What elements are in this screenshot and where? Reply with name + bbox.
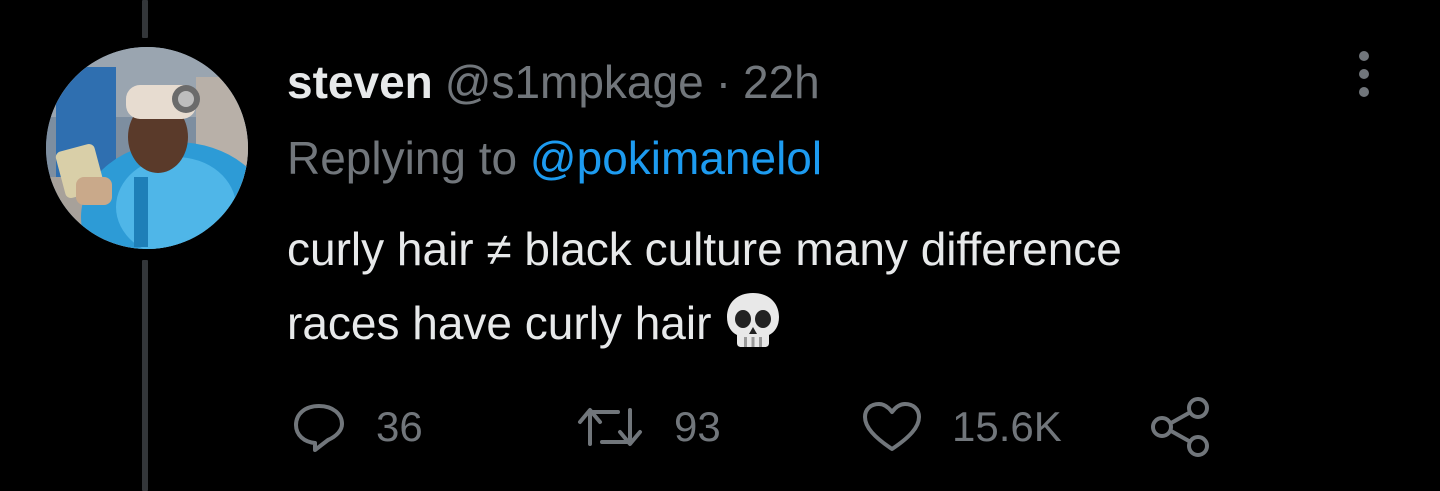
tweet-text-line-2-container: races have curly hair xyxy=(287,286,1367,370)
separator-dot: · xyxy=(715,56,732,108)
tweet-text-line-2: races have curly hair xyxy=(287,297,712,349)
retweet-button[interactable]: 93 xyxy=(576,392,721,462)
share-icon xyxy=(1151,397,1209,457)
like-count: 15.6K xyxy=(952,403,1062,450)
avatar[interactable] xyxy=(46,47,248,249)
action-bar: 36 93 15.6K xyxy=(0,392,1440,462)
retweet-icon xyxy=(578,408,642,446)
tweet-text: curly hair ≠ black culture many differen… xyxy=(287,212,1367,370)
like-button[interactable]: 15.6K xyxy=(862,392,1062,462)
skull-emoji xyxy=(725,291,781,370)
tweet-header: steven @s1mpkage · 22h xyxy=(287,54,820,110)
heart-icon xyxy=(863,402,921,451)
retweet-count: 93 xyxy=(674,403,721,450)
avatar-image xyxy=(46,47,248,249)
author-name[interactable]: steven xyxy=(287,54,433,110)
thread-line-top xyxy=(142,0,148,38)
more-options-button[interactable] xyxy=(1344,44,1384,104)
reply-icon xyxy=(294,404,344,452)
replying-to-mention[interactable]: @pokimanelol xyxy=(530,132,822,184)
share-button[interactable] xyxy=(1150,392,1212,462)
more-vertical-icon-dot xyxy=(1359,87,1369,97)
more-vertical-icon xyxy=(1359,51,1369,61)
more-vertical-icon-dot xyxy=(1359,69,1369,79)
tweet-text-line-1: curly hair ≠ black culture many differen… xyxy=(287,223,1122,275)
reply-button[interactable]: 36 xyxy=(292,392,423,462)
tweet-timestamp[interactable]: 22h xyxy=(743,54,820,110)
replying-to-label: Replying to xyxy=(287,132,518,184)
replying-to: Replying to @pokimanelol xyxy=(287,130,822,186)
reply-count: 36 xyxy=(376,403,423,450)
author-handle[interactable]: @s1mpkage xyxy=(445,54,704,110)
